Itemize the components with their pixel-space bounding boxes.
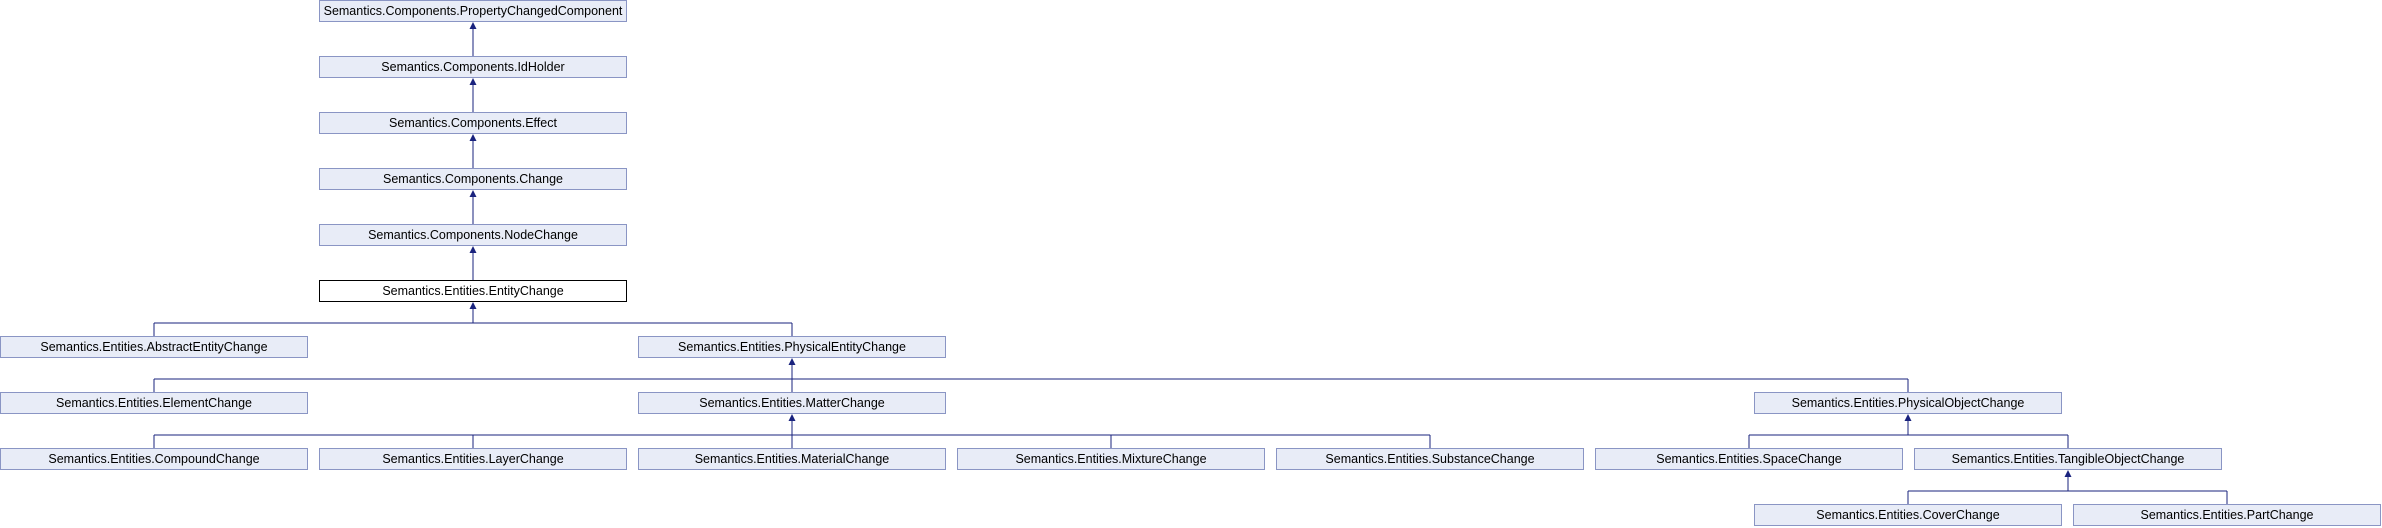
node-layer-change[interactable]: Semantics.Entities.LayerChange [319, 448, 627, 470]
node-compound-change[interactable]: Semantics.Entities.CompoundChange [0, 448, 308, 470]
arrowhead-node_change [469, 246, 477, 253]
node-mixture-change[interactable]: Semantics.Entities.MixtureChange [957, 448, 1265, 470]
node-material-change[interactable]: Semantics.Entities.MaterialChange [638, 448, 946, 470]
node-effect[interactable]: Semantics.Components.Effect [319, 112, 627, 134]
arrowhead-property_changed_component [469, 22, 477, 29]
arrowhead-change [469, 190, 477, 197]
node-node-change[interactable]: Semantics.Components.NodeChange [319, 224, 627, 246]
arrowhead-matter_change [788, 414, 796, 421]
node-change[interactable]: Semantics.Components.Change [319, 168, 627, 190]
node-cover-change[interactable]: Semantics.Entities.CoverChange [1754, 504, 2062, 526]
node-substance-change[interactable]: Semantics.Entities.SubstanceChange [1276, 448, 1584, 470]
node-entity-change-current[interactable]: Semantics.Entities.EntityChange [319, 280, 627, 302]
node-element-change[interactable]: Semantics.Entities.ElementChange [0, 392, 308, 414]
node-part-change[interactable]: Semantics.Entities.PartChange [2073, 504, 2381, 526]
arrowhead-effect [469, 134, 477, 141]
node-id-holder[interactable]: Semantics.Components.IdHolder [319, 56, 627, 78]
arrowhead-id_holder [469, 78, 477, 85]
node-physical-object-change[interactable]: Semantics.Entities.PhysicalObjectChange [1754, 392, 2062, 414]
node-property-changed-component[interactable]: Semantics.Components.PropertyChangedComp… [319, 0, 627, 22]
node-matter-change[interactable]: Semantics.Entities.MatterChange [638, 392, 946, 414]
node-space-change[interactable]: Semantics.Entities.SpaceChange [1595, 448, 1903, 470]
arrowhead-entity_change [469, 302, 477, 309]
node-abstract-entity-change[interactable]: Semantics.Entities.AbstractEntityChange [0, 336, 308, 358]
node-physical-entity-change[interactable]: Semantics.Entities.PhysicalEntityChange [638, 336, 946, 358]
arrowhead-tangible_object_change [2064, 470, 2072, 477]
arrowhead-physical_entity_change [788, 358, 796, 365]
arrowhead-physical_object_change [1904, 414, 1912, 421]
node-tangible-object-change[interactable]: Semantics.Entities.TangibleObjectChange [1914, 448, 2222, 470]
inheritance-diagram: Semantics.Components.PropertyChangedComp… [0, 0, 2382, 528]
